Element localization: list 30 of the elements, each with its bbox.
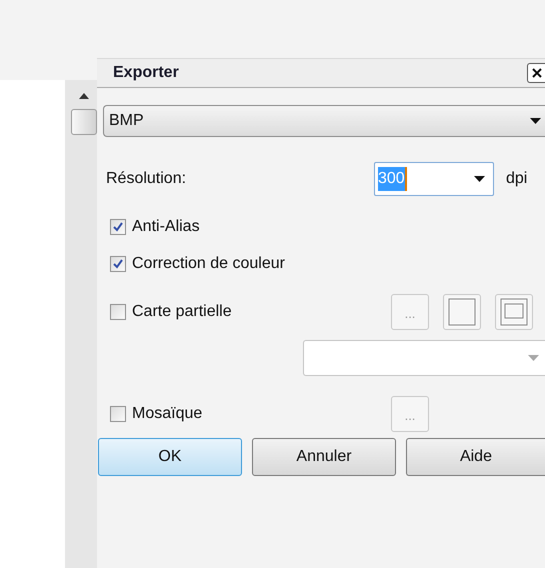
- checkbox[interactable]: [110, 406, 126, 422]
- dialog-button[interactable]: OK: [98, 438, 242, 476]
- dialog-title: Exporter: [113, 63, 179, 83]
- resolution-label: Résolution:: [106, 169, 188, 189]
- dropdown-arrow-icon: [530, 118, 541, 124]
- close-icon: [532, 68, 542, 78]
- scroll-up-arrow-icon[interactable]: [79, 93, 89, 99]
- checkbox[interactable]: [110, 256, 126, 272]
- close-button[interactable]: [527, 63, 545, 83]
- dropdown-arrow-icon: [528, 355, 539, 361]
- frame-button[interactable]: [443, 294, 481, 330]
- checkbox-label: Anti-Alias: [132, 216, 201, 236]
- frame-button[interactable]: [495, 294, 533, 330]
- unit-label: dpi: [506, 169, 528, 189]
- square-icon: [448, 298, 476, 326]
- resolution-value: 300: [378, 167, 407, 191]
- checkbox-label: Mosaïque: [132, 404, 204, 424]
- checkbox[interactable]: [110, 218, 126, 234]
- checkbox[interactable]: [110, 304, 126, 320]
- format-dropdown[interactable]: BMP: [103, 105, 545, 137]
- dialog-button[interactable]: Annuler: [252, 438, 396, 476]
- scrollbar[interactable]: [65, 80, 97, 568]
- scroll-thumb[interactable]: [71, 109, 97, 135]
- dropdown-arrow-icon: [474, 176, 485, 182]
- checkbox-label: Correction de couleur: [132, 254, 286, 274]
- dialog-button[interactable]: Aide: [406, 438, 545, 476]
- area-dropdown[interactable]: [303, 340, 545, 376]
- nested-square-icon: [500, 298, 528, 326]
- checkbox-label: Carte partielle: [132, 302, 233, 322]
- format-value: BMP: [109, 111, 144, 131]
